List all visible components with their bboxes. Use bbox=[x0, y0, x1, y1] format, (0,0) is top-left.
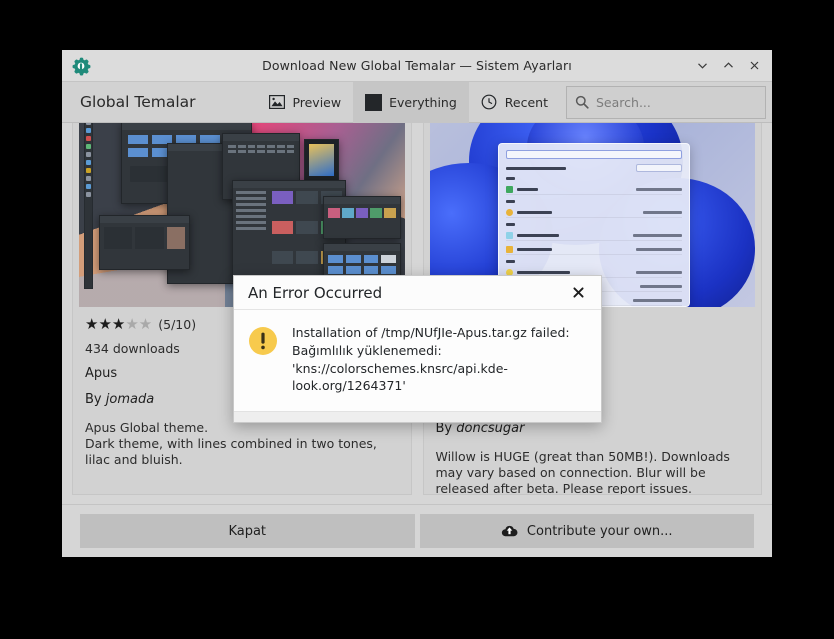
author-prefix: By bbox=[435, 421, 457, 436]
close-button[interactable] bbox=[742, 54, 766, 78]
filled-square-icon bbox=[365, 93, 383, 111]
view-button-recent-label: Recent bbox=[504, 94, 548, 110]
error-dialog-title: An Error Occurred bbox=[248, 283, 383, 302]
error-dialog-body: Installation of /tmp/NUfJIe-Apus.tar.gz … bbox=[234, 310, 601, 411]
maximize-button[interactable] bbox=[716, 54, 740, 78]
view-button-preview[interactable]: Preview bbox=[256, 82, 353, 123]
view-button-everything-label: Everything bbox=[389, 94, 457, 110]
image-preview-icon bbox=[268, 94, 285, 111]
dialog-button-bar: Kapat Contribute your own... bbox=[62, 504, 772, 557]
warning-exclamation-icon bbox=[248, 326, 278, 356]
item-author-label: By doncsugar bbox=[436, 421, 750, 436]
rating-count-label: (5/10) bbox=[158, 317, 197, 332]
star-rating-icon: ★★★★★ bbox=[85, 315, 153, 333]
error-dialog-header: An Error Occurred bbox=[234, 276, 601, 310]
contribute-button-label: Contribute your own... bbox=[526, 523, 673, 539]
error-dialog: An Error Occurred Installation of /tmp/N… bbox=[233, 275, 602, 423]
window-titlebar: Download New Global Temalar — Sistem Aya… bbox=[62, 50, 772, 82]
item-description: Apus Global theme. Dark theme, with line… bbox=[85, 420, 377, 467]
view-button-everything[interactable]: Everything bbox=[353, 81, 469, 123]
error-dialog-footer bbox=[234, 411, 601, 422]
error-message-text: Installation of /tmp/NUfJIe-Apus.tar.gz … bbox=[292, 325, 570, 394]
clock-icon bbox=[481, 94, 498, 111]
search-field[interactable] bbox=[566, 85, 766, 119]
close-icon[interactable] bbox=[567, 282, 589, 304]
author-prefix: By bbox=[85, 392, 106, 407]
view-button-preview-label: Preview bbox=[292, 94, 342, 110]
page-title: Global Temalar bbox=[80, 93, 196, 111]
author-name: doncsugar bbox=[456, 421, 525, 436]
contribute-button[interactable]: Contribute your own... bbox=[417, 514, 754, 548]
item-description: Willow is HUGE (great than 50MB!). Downl… bbox=[435, 449, 730, 495]
author-name: jomada bbox=[105, 392, 155, 407]
minimize-button[interactable] bbox=[690, 54, 714, 78]
close-dialog-button[interactable]: Kapat bbox=[80, 514, 415, 548]
decor-panel bbox=[84, 123, 93, 289]
main-toolbar: Global Temalar Preview Everything Recent… bbox=[62, 81, 772, 123]
window-controls bbox=[690, 54, 772, 78]
close-dialog-button-label: Kapat bbox=[228, 523, 267, 539]
system-settings-icon bbox=[70, 55, 92, 77]
search-input[interactable] bbox=[596, 94, 757, 110]
search-icon bbox=[575, 95, 589, 109]
upload-cloud-icon bbox=[501, 524, 518, 538]
view-button-recent[interactable]: Recent bbox=[469, 82, 560, 123]
window-title: Download New Global Temalar — Sistem Aya… bbox=[262, 58, 572, 73]
view-filter-group: Preview Everything Recent bbox=[256, 81, 560, 123]
